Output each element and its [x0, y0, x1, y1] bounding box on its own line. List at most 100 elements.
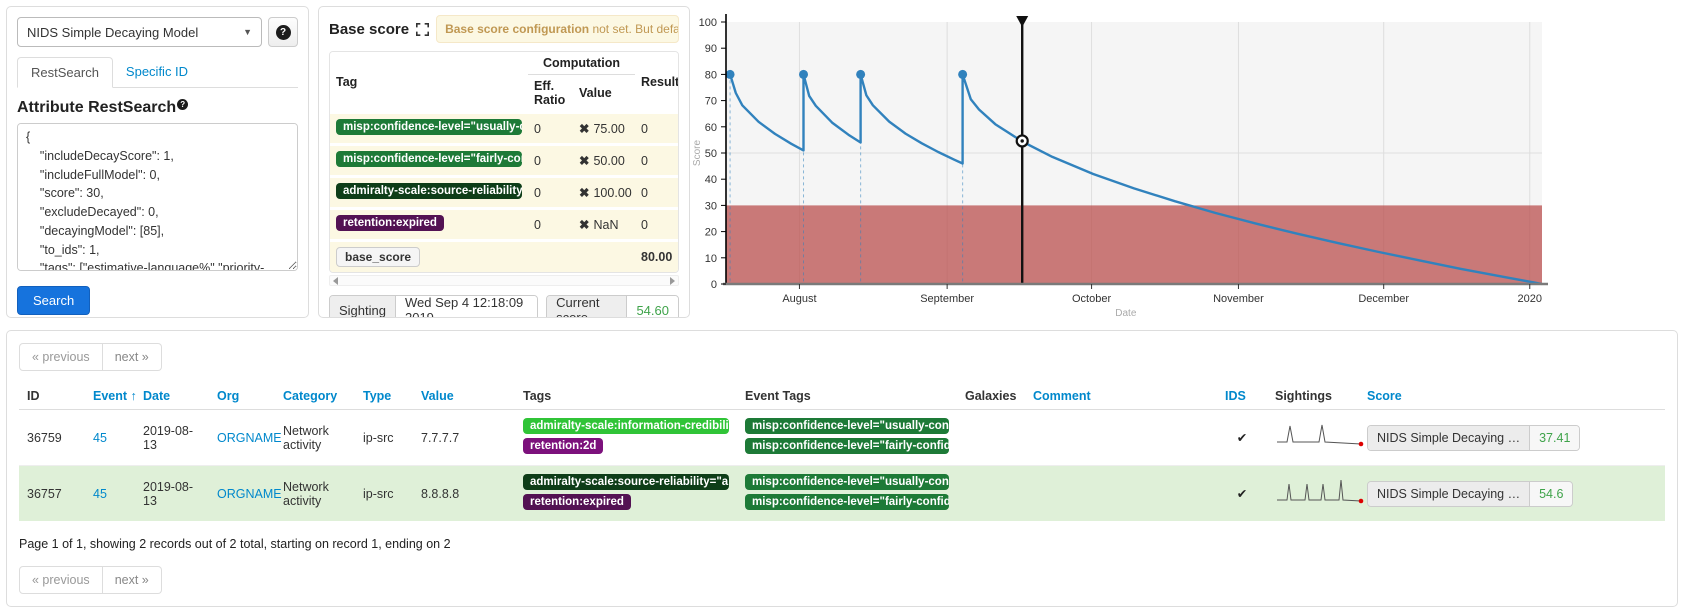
- col-event[interactable]: Event ↑: [85, 383, 135, 410]
- svg-text:50: 50: [705, 148, 717, 160]
- current-score-label: Current score: [547, 296, 627, 318]
- col-tag: Tag: [330, 52, 528, 113]
- multiply-icon: ✖: [579, 122, 589, 136]
- col-value[interactable]: Value: [413, 383, 515, 410]
- org-link[interactable]: ORGNAME: [217, 487, 282, 501]
- col-tags: Tags: [515, 383, 737, 410]
- restsearch-title: Attribute RestSearch?: [17, 99, 298, 117]
- sightings-sparkline: [1267, 410, 1359, 466]
- horizontal-scrollbar[interactable]: [329, 275, 679, 286]
- decaying-model-select-value: NIDS Simple Decaying Model: [27, 25, 198, 40]
- sort-asc-icon: ↑: [131, 389, 137, 403]
- attr-tags: admiralty-scale:source-reliability="a" r…: [515, 466, 737, 522]
- attr-comment: [1025, 410, 1217, 466]
- col-comment[interactable]: Comment: [1025, 383, 1217, 410]
- result: 0: [635, 145, 679, 177]
- search-button[interactable]: Search: [17, 286, 90, 315]
- event-link[interactable]: 45: [93, 487, 107, 501]
- sighting-date: Wed Sep 4 12:18:09 2019: [396, 296, 537, 318]
- tag-badge: misp:confidence-level="fairly-confident": [745, 494, 949, 510]
- attr-comment: [1025, 466, 1217, 522]
- score-model-badge[interactable]: NIDS Simple Decaying …: [1368, 426, 1530, 450]
- svg-text:10: 10: [705, 253, 717, 265]
- org-link[interactable]: ORGNAME: [217, 431, 282, 445]
- expand-icon[interactable]: [416, 23, 429, 36]
- next-page-button[interactable]: next »: [103, 343, 162, 371]
- base-score-table-wrap: Tag Computation Result Eff. Ratio Value …: [329, 51, 679, 273]
- col-eff-ratio: Eff. Ratio: [528, 75, 573, 113]
- chevron-down-icon: ▼: [243, 27, 252, 37]
- tag-badge: retention:expired: [336, 215, 444, 231]
- col-category[interactable]: Category: [275, 383, 355, 410]
- svg-text:October: October: [1072, 293, 1111, 305]
- svg-text:2020: 2020: [1518, 293, 1542, 305]
- restsearch-query-textarea[interactable]: { "includeDecayScore": 1, "includeFullMo…: [17, 123, 298, 271]
- top-section: NIDS Simple Decaying Model ▼ ? RestSearc…: [0, 0, 1685, 326]
- score-value: 54.6: [1530, 482, 1572, 506]
- attr-value: 8.8.8.8: [413, 466, 515, 522]
- base-score-panel: Base score Base score configuration not …: [318, 6, 690, 318]
- base-score-total-row: base_score 80.00: [330, 241, 679, 273]
- attr-galaxies: [957, 410, 1025, 466]
- col-ids[interactable]: IDS: [1217, 383, 1267, 410]
- tag-badge: retention:expired: [523, 494, 631, 510]
- previous-page-button[interactable]: « previous: [19, 566, 103, 594]
- svg-text:December: December: [1358, 293, 1409, 305]
- col-value: Value: [573, 75, 635, 113]
- attr-type: ip-src: [355, 410, 413, 466]
- attr-date: 2019-08-13: [135, 410, 209, 466]
- eff-ratio: 0: [528, 113, 573, 145]
- attr-category: Network activity: [275, 466, 355, 522]
- attr-event-tags: misp:confidence-level="usually-confident…: [737, 410, 957, 466]
- eff-ratio: 0: [528, 209, 573, 241]
- decaying-model-select[interactable]: NIDS Simple Decaying Model ▼: [17, 17, 262, 47]
- col-date[interactable]: Date: [135, 383, 209, 410]
- attr-date: 2019-08-13: [135, 466, 209, 522]
- col-id: ID: [19, 383, 85, 410]
- attr-id: 36759: [19, 410, 85, 466]
- base-score-total: 80.00: [635, 241, 679, 273]
- attribute-row: 36759 45 2019-08-13 ORGNAME Network acti…: [19, 410, 1665, 466]
- attr-event-tags: misp:confidence-level="usually-confident…: [737, 466, 957, 522]
- results-header-row: ID Event ↑ Date Org Category Type Value …: [19, 383, 1665, 410]
- current-score-group: Current score 54.60: [546, 295, 679, 318]
- ids-check-icon: ✔: [1217, 466, 1267, 522]
- value-cell: ✖100.00: [573, 177, 635, 209]
- attr-value: 7.7.7.7: [413, 410, 515, 466]
- col-type[interactable]: Type: [355, 383, 413, 410]
- attr-galaxies: [957, 466, 1025, 522]
- current-score-value: 54.60: [627, 296, 678, 318]
- result: 0: [635, 113, 679, 145]
- scroll-right-icon[interactable]: [670, 277, 675, 285]
- tag-badge: admiralty-scale:source-reliability="a": [523, 474, 729, 490]
- results-panel: « previous next » ID Event ↑ Date Org Ca…: [6, 330, 1678, 607]
- col-result: Result: [635, 52, 679, 113]
- value-cell: ✖NaN: [573, 209, 635, 241]
- multiply-icon: ✖: [579, 154, 589, 168]
- decay-chart-wrap: 0102030405060708090100AugustSeptemberOct…: [690, 4, 1574, 324]
- attr-id: 36757: [19, 466, 85, 522]
- tab-restsearch[interactable]: RestSearch: [17, 57, 113, 88]
- svg-text:40: 40: [705, 174, 717, 186]
- next-page-button[interactable]: next »: [103, 566, 162, 594]
- attr-category: Network activity: [275, 410, 355, 466]
- tag-badge: misp:confidence-level="usually-confident…: [745, 418, 949, 434]
- col-computation: Computation: [528, 52, 635, 75]
- scroll-left-icon[interactable]: [333, 277, 338, 285]
- tag-badge: misp:confidence-level="usually-confident…: [336, 119, 522, 135]
- attr-type: ip-src: [355, 466, 413, 522]
- previous-page-button[interactable]: « previous: [19, 343, 103, 371]
- col-score[interactable]: Score: [1359, 383, 1665, 410]
- event-link[interactable]: 45: [93, 431, 107, 445]
- model-help-button[interactable]: ?: [268, 17, 298, 47]
- score-model-badge[interactable]: NIDS Simple Decaying …: [1368, 482, 1530, 506]
- col-sightings: Sightings: [1267, 383, 1359, 410]
- value-cell: ✖50.00: [573, 145, 635, 177]
- col-event-tags: Event Tags: [737, 383, 957, 410]
- tag-badge: misp:confidence-level="fairly-confident": [336, 151, 522, 167]
- eff-ratio: 0: [528, 177, 573, 209]
- col-org[interactable]: Org: [209, 383, 275, 410]
- svg-text:August: August: [782, 293, 816, 305]
- pagination-summary: Page 1 of 1, showing 2 records out of 2 …: [19, 537, 1665, 551]
- tab-specific-id[interactable]: Specific ID: [113, 57, 201, 87]
